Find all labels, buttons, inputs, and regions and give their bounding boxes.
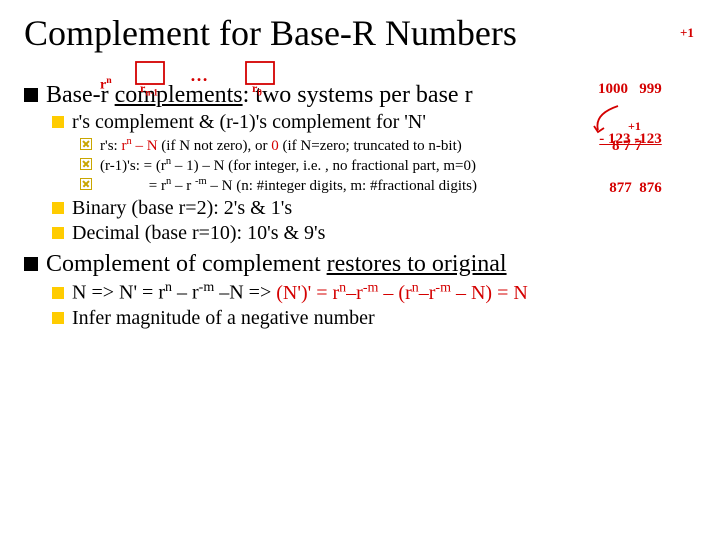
t: restores to original (327, 251, 507, 277)
t: -m (435, 280, 451, 295)
t: – 1) – N (for integer, i.e. , no fractio… (171, 158, 476, 174)
t: –N => (214, 282, 276, 304)
bullet-lvl2-decimal: Decimal (base r=10): 10's & 9's (52, 222, 696, 245)
square-bullet-icon (24, 257, 38, 271)
yellow-square-icon (52, 202, 64, 214)
yellow-square-icon (52, 312, 64, 324)
t: –r (346, 282, 363, 304)
t: – (r (378, 282, 411, 304)
x-box-icon (80, 158, 92, 170)
t: (r-1)'s: = (r (100, 158, 166, 174)
t: – N (132, 138, 158, 154)
t: -m (195, 176, 207, 187)
t: – r (172, 282, 199, 304)
ann-arrow (588, 102, 628, 136)
t: = r (149, 178, 166, 194)
t: -m (363, 280, 379, 295)
square-bullet-icon (24, 88, 38, 102)
t: N => N' = r (72, 282, 165, 304)
t: Complement of complement (46, 251, 327, 277)
ann-877: 8 7 7 (612, 138, 642, 155)
ann-box-left-label: rn-1 (140, 82, 158, 98)
t: –r (419, 282, 436, 304)
t: – N (n: #integer digits, m: #fractional … (207, 178, 477, 194)
bullet-lvl1-restore: Complement of complement restores to ori… (24, 251, 696, 278)
t: Decimal (base r=10): 10's & 9's (72, 222, 696, 245)
yellow-square-icon (52, 227, 64, 239)
t: n (165, 280, 172, 295)
ann-plus1-top: +1 (680, 26, 694, 40)
yellow-square-icon (52, 116, 64, 128)
ann-box-right-label: r0 (252, 82, 262, 98)
t: -m (199, 280, 215, 295)
bullet-lvl2-infer: Infer magnitude of a negative number (52, 307, 696, 330)
bullet-lvl2-proof: N => N' = rn – r-m –N => (N')' = rn–r-m … (52, 280, 696, 305)
t: (if N=zero; truncated to n-bit) (279, 138, 462, 154)
t: (if N not zero), or (158, 138, 272, 154)
t: Infer magnitude of a negative number (72, 307, 696, 330)
t: r's: (100, 138, 121, 154)
ann-rn: rn (100, 76, 112, 93)
t: n (412, 280, 419, 295)
ann-box-dots: … (190, 66, 208, 86)
slide-title: Complement for Base-R Numbers (24, 12, 696, 54)
t: – N) = N (451, 282, 528, 304)
t: (N')' = r (276, 282, 339, 304)
ann-plus1-bottom: +1 (628, 120, 641, 133)
yellow-square-icon (52, 287, 64, 299)
t: 0 (271, 138, 279, 154)
x-box-icon (80, 138, 92, 150)
t: – r (171, 178, 195, 194)
x-box-icon (80, 178, 92, 190)
t (100, 178, 149, 194)
